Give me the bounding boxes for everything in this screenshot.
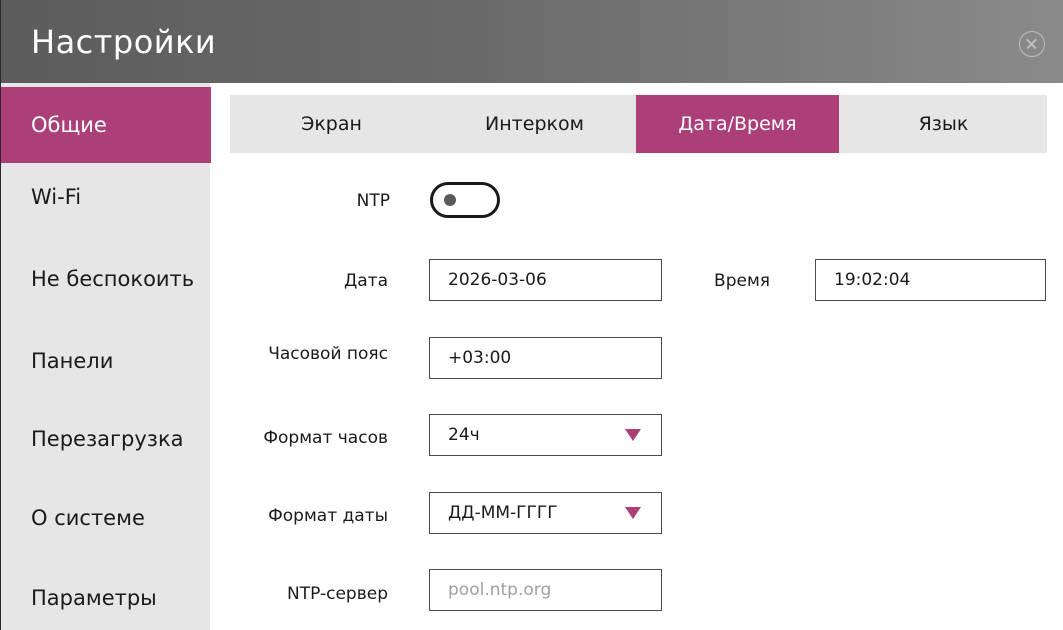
hour-format-select[interactable]: 24ч bbox=[429, 414, 662, 456]
date-format-select[interactable]: ДД-ММ-ГГГГ bbox=[429, 492, 662, 534]
date-format-label: Формат даты bbox=[268, 506, 388, 526]
sidebar-item-do-not-disturb[interactable]: Не беспокоить bbox=[1, 241, 211, 317]
title-bar: Настройки bbox=[0, 0, 1063, 83]
dropdown-arrow-icon bbox=[625, 507, 641, 519]
sidebar-item-wifi[interactable]: Wi-Fi bbox=[1, 159, 211, 235]
tab-screen[interactable]: Экран bbox=[230, 95, 433, 153]
sidebar-item-reboot[interactable]: Перезагрузка bbox=[1, 401, 211, 477]
date-label: Дата bbox=[343, 271, 388, 291]
tab-date-time[interactable]: Дата/Время bbox=[636, 95, 839, 153]
dropdown-arrow-icon bbox=[625, 429, 641, 441]
sidebar-item-general[interactable]: Общие bbox=[1, 87, 211, 163]
ntp-server-label: NTP-сервер bbox=[287, 584, 388, 604]
window-title: Настройки bbox=[31, 23, 217, 61]
sidebar-item-parameters[interactable]: Параметры bbox=[1, 560, 211, 630]
tab-bar: Экран Интерком Дата/Время Язык bbox=[230, 95, 1047, 153]
ntp-toggle[interactable] bbox=[430, 182, 500, 218]
time-label: Время bbox=[714, 271, 770, 291]
tab-language[interactable]: Язык bbox=[842, 95, 1045, 153]
time-field[interactable]: 19:02:04 bbox=[815, 259, 1046, 301]
close-icon[interactable] bbox=[1019, 31, 1045, 57]
timezone-label: Часовой пояс bbox=[268, 344, 388, 364]
ntp-label: NTP bbox=[356, 191, 390, 211]
hour-format-value: 24ч bbox=[448, 425, 480, 445]
tab-intercom[interactable]: Интерком bbox=[433, 95, 636, 153]
toggle-knob bbox=[444, 194, 456, 206]
date-field[interactable]: 2026-03-06 bbox=[429, 259, 662, 301]
sidebar-item-panels[interactable]: Панели bbox=[1, 323, 211, 399]
ntp-server-input[interactable]: pool.ntp.org bbox=[429, 569, 662, 611]
hour-format-label: Формат часов bbox=[263, 428, 388, 448]
sidebar: Общие Wi-Fi Не беспокоить Панели Перезаг… bbox=[0, 83, 211, 630]
date-format-value: ДД-ММ-ГГГГ bbox=[448, 503, 558, 523]
timezone-field[interactable]: +03:00 bbox=[429, 337, 662, 379]
sidebar-item-about[interactable]: О системе bbox=[1, 480, 211, 556]
